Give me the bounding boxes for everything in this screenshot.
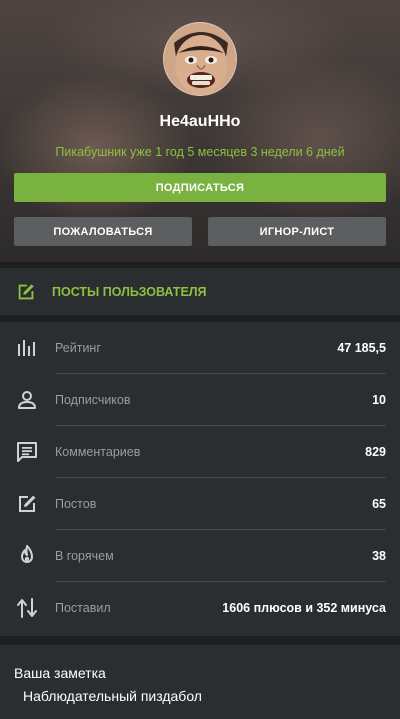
profile-screen: He4auHHo Пикабушник уже 1 год 5 месяцев … <box>0 0 400 719</box>
profile-header: He4auHHo Пикабушник уже 1 год 5 месяцев … <box>0 0 400 262</box>
user-stats-list: Рейтинг 47 185,5 Подписчиков 10 Коммента… <box>0 322 400 636</box>
avatar-face-image <box>164 23 236 95</box>
stat-comments: Комментариев 829 <box>0 426 400 478</box>
stat-label: Комментариев <box>55 445 141 459</box>
flame-icon <box>21 545 33 563</box>
ignore-list-button[interactable]: ИГНОР-ЛИСТ <box>208 217 386 246</box>
stat-label: Постов <box>55 497 97 511</box>
note-text[interactable]: Наблюдательный пиздабол <box>23 688 202 704</box>
avatar[interactable] <box>163 22 237 96</box>
stat-value: 47 185,5 <box>337 341 386 355</box>
up-down-arrows-icon <box>17 598 37 618</box>
subscribe-button[interactable]: ПОДПИСАТЬСЯ <box>14 173 386 202</box>
stat-votes-given: Поставил 1606 плюсов и 352 минуса <box>0 582 400 634</box>
user-posts-label: ПОСТЫ ПОЛЬЗОВАТЕЛЯ <box>52 285 207 299</box>
report-button[interactable]: ПОЖАЛОВАТЬСЯ <box>14 217 192 246</box>
stat-subscribers: Подписчиков 10 <box>0 374 400 426</box>
comment-icon <box>17 442 37 462</box>
user-posts-link[interactable]: ПОСТЫ ПОЛЬЗОВАТЕЛЯ <box>0 268 400 315</box>
stat-value: 10 <box>372 393 386 407</box>
section-divider <box>0 636 400 645</box>
stat-hot: В горячем 38 <box>0 530 400 582</box>
stat-posts: Постов 65 <box>0 478 400 530</box>
stat-rating: Рейтинг 47 185,5 <box>0 322 400 374</box>
username: He4auHHo <box>159 113 241 130</box>
stat-value: 829 <box>365 445 386 459</box>
stat-value: 38 <box>372 549 386 563</box>
section-divider <box>0 315 400 322</box>
person-icon <box>18 391 36 409</box>
stat-label: Поставил <box>55 601 111 615</box>
stat-value: 65 <box>372 497 386 511</box>
stat-label: В горячем <box>55 549 114 563</box>
edit-icon <box>18 284 34 300</box>
stat-label: Рейтинг <box>55 341 101 355</box>
note-title: Ваша заметка <box>14 665 106 681</box>
edit-icon <box>19 495 36 512</box>
membership-duration: Пикабушник уже 1 год 5 месяцев 3 недели … <box>55 145 345 159</box>
stat-value: 1606 плюсов и 352 минуса <box>222 601 386 615</box>
user-note[interactable]: Ваша заметка Наблюдательный пиздабол <box>0 645 400 719</box>
rating-bars-icon <box>18 340 35 356</box>
stat-label: Подписчиков <box>55 393 131 407</box>
